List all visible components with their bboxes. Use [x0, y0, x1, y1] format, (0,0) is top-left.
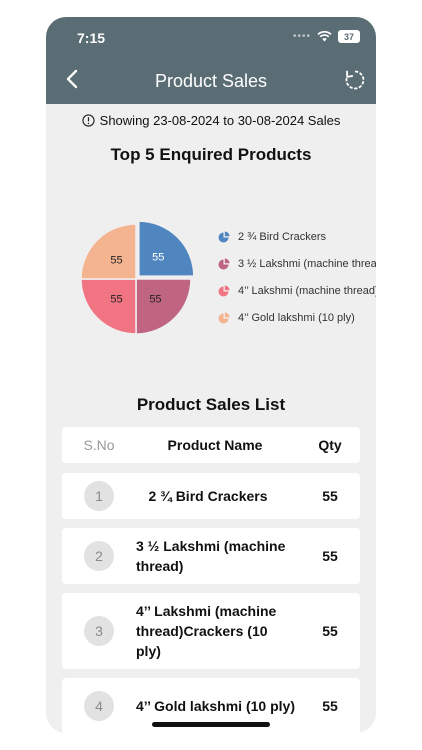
pie-slice-label: 55 — [152, 252, 164, 264]
product-name: 2 ¾ Bird Crackers — [148, 488, 268, 504]
pie-slice — [80, 278, 137, 335]
pie-slice-icon — [218, 231, 230, 242]
legend-item: 2 ¾ Bird Crackers — [218, 223, 376, 250]
legend-item: 4’’ Lakshmi (machine thread)Crackers (10… — [218, 277, 376, 304]
date-range-notice: Showing 23-08-2024 to 30-08-2024 Sales — [46, 113, 376, 128]
header-product-name: Product Name — [167, 437, 263, 453]
serial-number: 3 — [84, 616, 114, 646]
home-indicator — [152, 722, 270, 727]
status-icons: •••• 37 — [293, 30, 360, 43]
serial-number: 4 — [84, 691, 114, 721]
pie-chart: 55 55 55 55 — [80, 220, 195, 335]
date-range-text: Showing 23-08-2024 to 30-08-2024 Sales — [99, 113, 341, 128]
serial-number: 1 — [84, 481, 114, 511]
pie-slice-label: 55 — [110, 255, 122, 267]
legend-item: 4’’ Gold lakshmi (10 ply) — [218, 304, 376, 331]
list-title: Product Sales List — [136, 395, 286, 414]
table-row[interactable]: 3 4’’ Lakshmi (machine thread)Crackers (… — [62, 593, 360, 669]
info-icon — [82, 114, 95, 127]
pie-slice-icon — [218, 285, 230, 296]
legend-label: 4’’ Lakshmi (machine thread)Crackers (10… — [238, 284, 376, 297]
product-qty: 55 — [322, 623, 338, 639]
legend-label: 2 ¾ Bird Crackers — [238, 230, 327, 243]
pie-slice-icon — [218, 312, 230, 323]
app-header: 7:15 •••• 37 Product Sales — [46, 17, 376, 104]
legend-item: 3 ½ Lakshmi (machine thread) — [218, 250, 376, 277]
legend-label: 4’’ Gold lakshmi (10 ply) — [238, 311, 355, 324]
header-qty: Qty — [318, 437, 342, 453]
product-qty: 55 — [322, 488, 338, 504]
product-name: 4’’ Lakshmi (machine thread)Crackers (10… — [136, 603, 277, 659]
refresh-button[interactable] — [344, 69, 366, 91]
pie-slice — [80, 223, 137, 280]
table-row[interactable]: 1 2 ¾ Bird Crackers 55 — [62, 473, 360, 519]
product-name: 4’’ Gold lakshmi (10 ply) — [136, 698, 295, 714]
table-row[interactable]: 2 3 ½ Lakshmi (machine thread) 55 — [62, 528, 360, 584]
header-sno: S.No — [83, 437, 115, 453]
pie-slice-label: 55 — [110, 293, 122, 305]
product-sales-list: S.No Product Name Qty 1 2 ¾ Bird Cracker… — [62, 427, 360, 733]
pie-slice — [138, 220, 195, 277]
table-header: S.No Product Name Qty — [62, 427, 360, 463]
battery-icon: 37 — [338, 30, 360, 43]
pie-slice-label: 55 — [149, 293, 161, 305]
pie-slice-icon — [218, 258, 230, 269]
product-name: 3 ½ Lakshmi (machine thread) — [136, 538, 286, 574]
app-screen: 7:15 •••• 37 Product Sales Showing 23-08… — [46, 17, 376, 733]
chart-title: Top 5 Enquired Products — [110, 145, 312, 164]
refresh-icon — [345, 70, 365, 90]
legend-label: 3 ½ Lakshmi (machine thread) — [238, 257, 376, 270]
status-time: 7:15 — [77, 30, 106, 46]
wifi-icon — [317, 31, 332, 42]
pie-slice — [135, 278, 192, 335]
product-qty: 55 — [322, 548, 338, 564]
product-qty: 55 — [322, 698, 338, 714]
page-title: Product Sales — [154, 71, 268, 91]
chart-legend: 2 ¾ Bird Crackers 3 ½ Lakshmi (machine th… — [218, 223, 376, 331]
serial-number: 2 — [84, 541, 114, 571]
signal-icon: •••• — [292, 31, 311, 42]
